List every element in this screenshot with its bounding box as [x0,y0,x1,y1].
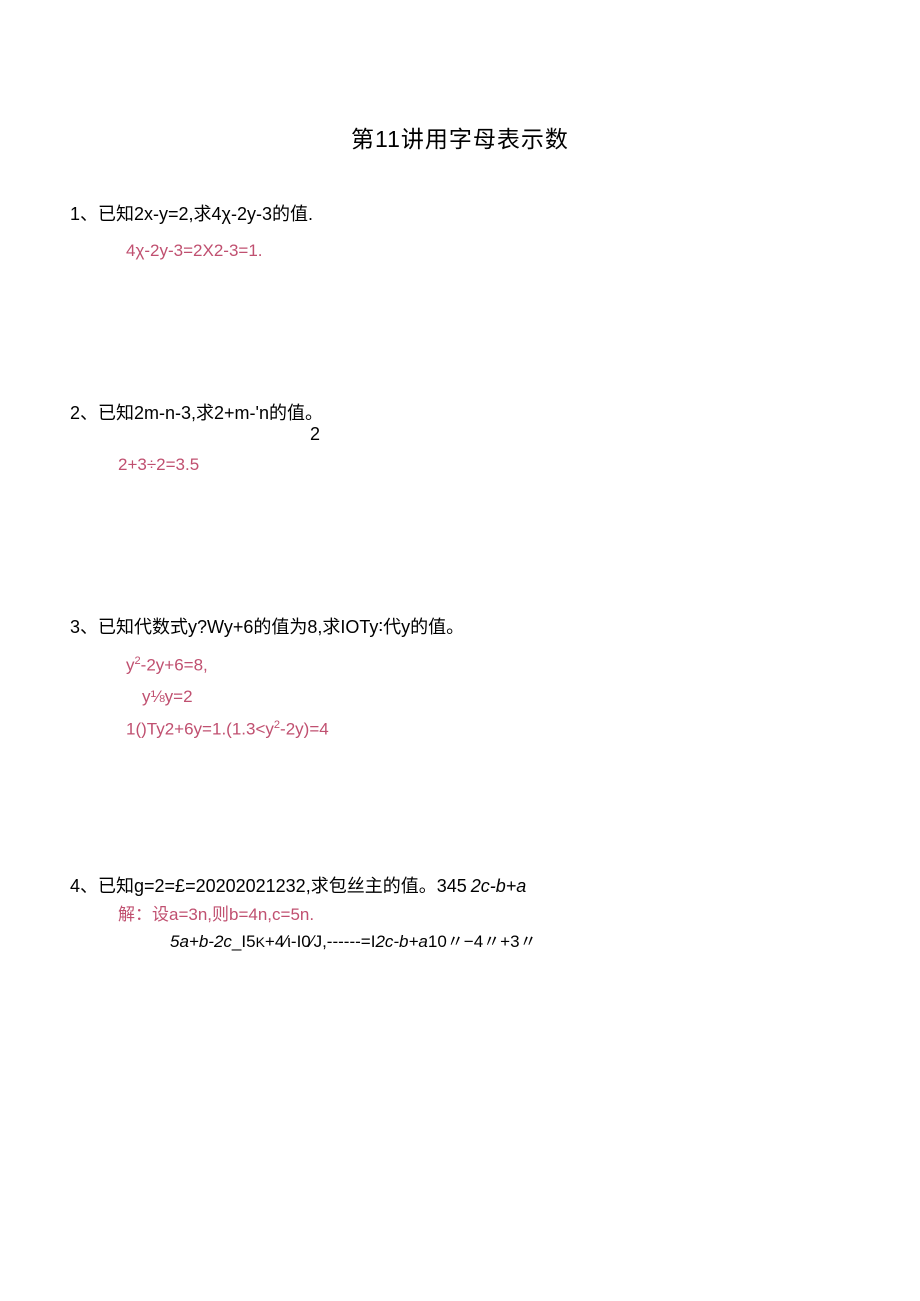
question-4: 4、已知g=2=£=20202021232,求包丝主的值。345 2c-b+a [70,872,850,898]
answer-3-line3: 1()Ty2+6y=1.(1.3<y2-2y)=4 [126,719,850,740]
answer-4-line1: 解：设a=3n,则b=4n,c=5n. [118,900,850,925]
question-3: 3、已知代数式y?Wy+6的值为8,求IOTy∶代y的值。 [70,615,850,640]
question-1: 1、已知2x-y=2,求4χ-2y-3的值. [70,202,850,227]
question-2-subline: 2 [310,424,850,445]
question-2: 2、已知2m-n-3,求2+m-'n的值。 [70,401,850,426]
answer-1: 4χ-2y-3=2X2-3=1. [126,241,850,261]
answer-3-line2: y⅛y=2 [142,687,850,707]
answer-3-line1: y2-2y+6=8, [126,655,850,676]
page-title: 第11讲用字母表示数 [70,120,850,154]
answer-4-line2: 5a+b-2c_I5K+4∕ι-I0∕J,------=I2c-b+a10〃−4… [170,927,850,952]
answer-2: 2+3÷2=3.5 [118,455,850,475]
